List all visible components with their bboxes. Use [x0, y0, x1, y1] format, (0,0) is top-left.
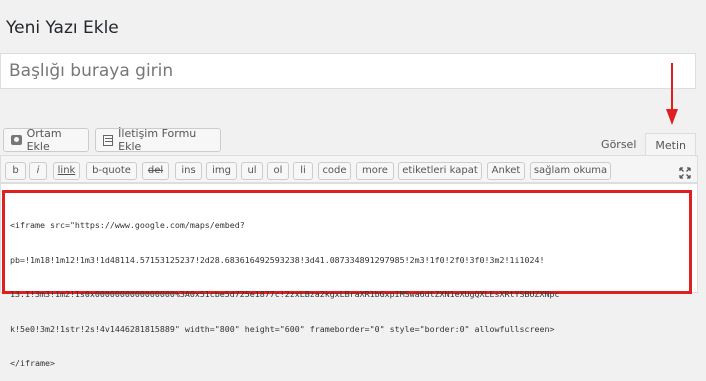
img-button[interactable]: img [206, 162, 237, 180]
ins-button[interactable]: ins [175, 162, 202, 180]
code-line: k!5e0!3m2!1str!2s!4v1446281815889" width… [10, 323, 555, 334]
close-tags-button[interactable]: etiketleri kapat [398, 162, 482, 180]
post-title-input[interactable]: Başlığı buraya girin [0, 53, 696, 89]
del-button[interactable]: del [142, 162, 169, 180]
iframe-code[interactable]: <iframe src="https://www.google.com/maps… [10, 197, 685, 381]
add-contact-form-button[interactable]: İletişim Formu Ekle [95, 127, 221, 153]
form-icon [103, 134, 114, 146]
add-form-label: İletişim Formu Ekle [118, 127, 197, 153]
blockquote-button[interactable]: b-quote [86, 162, 137, 180]
code-line: pb=!1m18!1m12!1m3!1d48114.57153125237!2d… [10, 254, 545, 265]
camera-icon [11, 135, 22, 145]
more-button[interactable]: more [356, 162, 394, 180]
tab-visual[interactable]: Görsel [592, 133, 645, 157]
add-media-button[interactable]: Ortam Ekle [3, 127, 89, 153]
italic-button[interactable]: i [29, 162, 47, 180]
page-title: Yeni Yazı Ekle [6, 18, 119, 38]
code-line: </iframe> [10, 358, 55, 368]
code-button[interactable]: code [318, 162, 351, 180]
ul-button[interactable]: ul [241, 162, 263, 180]
code-line: <iframe src="https://www.google.com/maps… [10, 220, 245, 230]
li-button[interactable]: li [293, 162, 313, 180]
code-line: 13.1!3m3!1m2!1s0x0000000000000000%3A0x51… [10, 289, 560, 299]
link-button[interactable]: link [53, 162, 80, 180]
poll-button[interactable]: Anket [487, 162, 525, 180]
fullscreen-expand-icon[interactable] [679, 167, 691, 179]
add-media-label: Ortam Ekle [26, 127, 62, 153]
proofread-button[interactable]: sağlam okuma [530, 162, 611, 180]
red-arrow-icon [666, 63, 678, 125]
quicktags-toolbar: b i link b-quote del ins img ul ol li co… [0, 155, 698, 183]
bold-button[interactable]: b [5, 162, 26, 180]
ol-button[interactable]: ol [267, 162, 289, 180]
